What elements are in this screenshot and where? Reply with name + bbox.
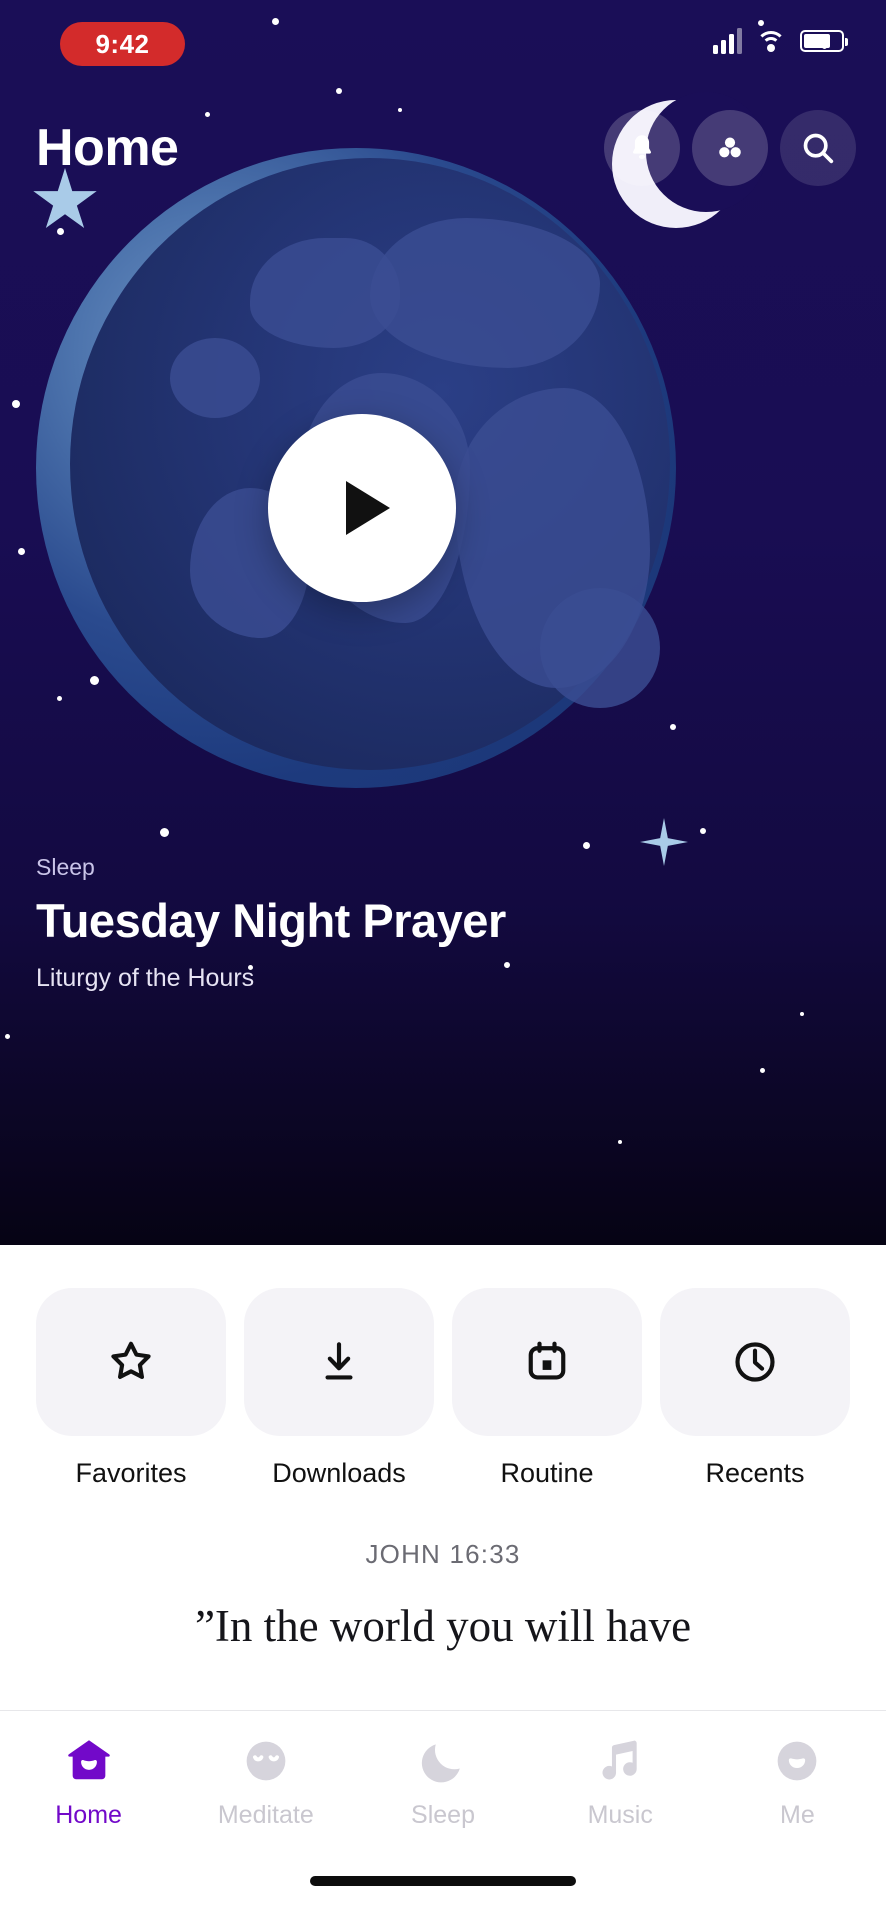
tab-music[interactable]: Music	[532, 1733, 709, 1830]
community-button[interactable]	[692, 110, 768, 186]
clock-icon	[735, 1342, 775, 1382]
quick-action-label: Downloads	[272, 1458, 406, 1488]
house-smile-icon	[67, 1740, 110, 1780]
tab-label: Sleep	[411, 1801, 475, 1829]
face-closed-eyes-icon	[246, 1741, 286, 1781]
bottom-navigation: Home Meditate Sleep Music Me	[0, 1710, 886, 1920]
hero-section: 9:42 Home Sleep Tuesday Night Prayer Lit…	[0, 0, 886, 1245]
star-icon	[111, 1341, 151, 1380]
star-dot	[800, 1012, 804, 1016]
quick-actions-row: Favorites Downloads Routine Recents	[0, 1245, 886, 1489]
star-dot	[5, 1034, 10, 1039]
star-dot	[583, 842, 590, 849]
page-title: Home	[36, 119, 179, 177]
search-button[interactable]	[780, 110, 856, 186]
star-dot	[760, 1068, 765, 1073]
star-dot	[12, 400, 20, 408]
tab-home[interactable]: Home	[0, 1733, 177, 1830]
star-dot	[160, 828, 169, 837]
face-smile-icon	[778, 1741, 817, 1781]
crescent-moon-icon	[421, 1744, 460, 1783]
status-time: 9:42	[95, 28, 150, 59]
decorative-sparkle	[640, 818, 688, 866]
status-bar: 9:42	[0, 0, 886, 88]
tab-label: Music	[587, 1801, 653, 1829]
quick-action-tile[interactable]	[452, 1288, 642, 1436]
battery-icon	[800, 30, 848, 52]
hero-title: Tuesday Night Prayer	[36, 894, 506, 947]
tab-sleep[interactable]: Sleep	[354, 1733, 531, 1830]
star-dot	[398, 108, 402, 112]
three-circles-icon	[719, 137, 741, 158]
star-dot	[18, 548, 25, 555]
signal-icon	[713, 28, 742, 54]
search-icon	[803, 133, 834, 164]
quick-action-tile[interactable]	[660, 1288, 850, 1436]
quick-action-downloads[interactable]: Downloads	[244, 1288, 434, 1489]
quick-action-tile[interactable]	[244, 1288, 434, 1436]
play-icon	[346, 481, 390, 535]
quick-action-tile[interactable]	[36, 1288, 226, 1436]
verse-reference: JOHN 16:33	[365, 1539, 521, 1569]
star-dot	[336, 88, 342, 94]
music-note-icon	[602, 1740, 637, 1780]
verse-text: ”In the world you will have	[194, 1601, 692, 1651]
quick-action-recents[interactable]: Recents	[660, 1288, 850, 1489]
download-icon	[325, 1342, 353, 1380]
notifications-button[interactable]	[604, 110, 680, 186]
quick-action-label: Recents	[705, 1458, 805, 1488]
tab-label: Me	[780, 1801, 815, 1829]
tab-label: Home	[55, 1801, 122, 1829]
quick-action-label: Favorites	[75, 1458, 187, 1488]
star-dot	[618, 1140, 622, 1144]
hero-subtitle: Liturgy of the Hours	[36, 964, 255, 992]
status-time-pill: 9:42	[60, 22, 185, 66]
tab-meditate[interactable]: Meditate	[177, 1733, 354, 1830]
hero-category: Sleep	[36, 854, 95, 880]
tab-me[interactable]: Me	[709, 1733, 886, 1830]
quick-action-routine[interactable]: Routine	[452, 1288, 642, 1489]
header-actions	[604, 110, 856, 186]
bell-icon	[633, 135, 651, 160]
quick-action-label: Routine	[500, 1458, 594, 1488]
calendar-icon	[528, 1341, 566, 1380]
home-indicator	[310, 1876, 576, 1886]
hero-meta: Sleep Tuesday Night Prayer Liturgy of th…	[36, 854, 506, 993]
star-dot	[700, 828, 706, 834]
quick-action-favorites[interactable]: Favorites	[36, 1288, 226, 1489]
star-dot	[205, 112, 210, 117]
tab-label: Meditate	[217, 1801, 314, 1829]
wifi-icon	[756, 29, 786, 53]
play-button[interactable]	[268, 414, 456, 602]
